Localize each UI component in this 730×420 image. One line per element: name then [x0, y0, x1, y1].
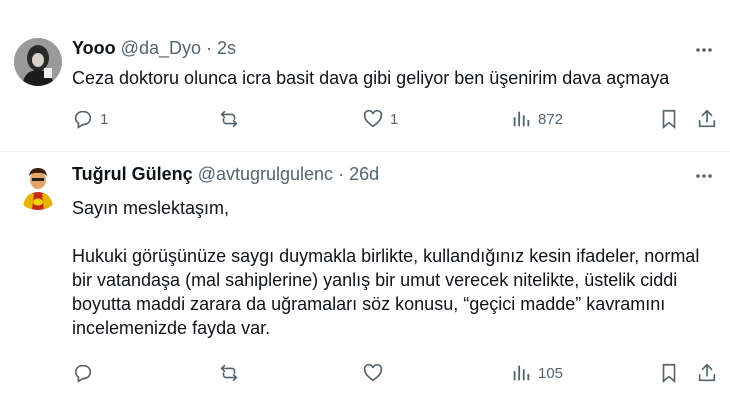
tweet[interactable]: Tuğrul Gülenç @avtugrulgulenc · 26d Sayı… [0, 152, 730, 420]
separator: · [206, 38, 213, 58]
share-button[interactable] [696, 106, 718, 132]
avatar[interactable] [14, 38, 62, 86]
view-count: 872 [538, 110, 564, 128]
like-icon [363, 109, 383, 128]
action-bar: 105 [72, 360, 720, 386]
tweet-text: Sayın meslektaşım, Hukuki görüşünüze say… [72, 196, 712, 340]
reply-button[interactable] [72, 360, 100, 386]
views-button[interactable]: 105 [510, 360, 563, 386]
views-button[interactable]: 872 [510, 106, 563, 132]
retweet-button[interactable] [218, 106, 246, 132]
display-name[interactable]: Tuğrul Gülenç [72, 164, 193, 184]
tweet-paragraph: Ceza doktoru olunca icra basit dava gibi… [72, 68, 670, 88]
avatar[interactable] [14, 162, 62, 210]
tweet-header: Yooo @da_Dyo · 2s [72, 38, 236, 59]
bookmark-icon [662, 363, 676, 384]
tweet-paragraph: Sayın meslektaşım, [72, 198, 230, 218]
bookmark-icon [662, 109, 676, 130]
display-name[interactable]: Yooo [72, 38, 116, 58]
bookmark-button[interactable] [658, 106, 680, 132]
handle[interactable]: @da_Dyo [121, 38, 201, 58]
like-button[interactable] [362, 360, 390, 386]
reply-button[interactable]: 1 [72, 106, 108, 132]
tweet-header: Tuğrul Gülenç @avtugrulgulenc · 26d [72, 164, 379, 185]
retweet-icon [220, 364, 238, 382]
views-icon [513, 365, 530, 381]
retweet-icon [220, 110, 238, 128]
tweet-paragraph: Hukuki görüşünüze saygı duymakla birlikt… [72, 246, 700, 338]
retweet-button[interactable] [218, 360, 246, 386]
action-bar: 1 1 872 [72, 106, 720, 132]
share-button[interactable] [696, 360, 718, 386]
bookmark-button[interactable] [658, 360, 680, 386]
like-button[interactable]: 1 [362, 106, 398, 132]
more-icon[interactable] [694, 40, 714, 60]
tweet-text: Ceza doktoru olunca icra basit dava gibi… [72, 66, 712, 90]
share-icon [698, 109, 716, 128]
separator: · [338, 164, 345, 184]
tweet[interactable]: Yooo @da_Dyo · 2s Ceza doktoru olunca ic… [0, 0, 730, 152]
handle[interactable]: @avtugrulgulenc [198, 164, 333, 184]
reply-count: 1 [100, 110, 109, 128]
timestamp[interactable]: 2s [217, 38, 236, 58]
views-icon [513, 111, 530, 127]
like-count: 1 [390, 110, 399, 128]
more-icon[interactable] [694, 166, 714, 186]
view-count: 105 [538, 364, 564, 382]
like-icon [363, 363, 383, 382]
timestamp[interactable]: 26d [349, 164, 379, 184]
reply-icon [74, 364, 92, 383]
share-icon [698, 363, 716, 382]
reply-icon [74, 110, 92, 129]
